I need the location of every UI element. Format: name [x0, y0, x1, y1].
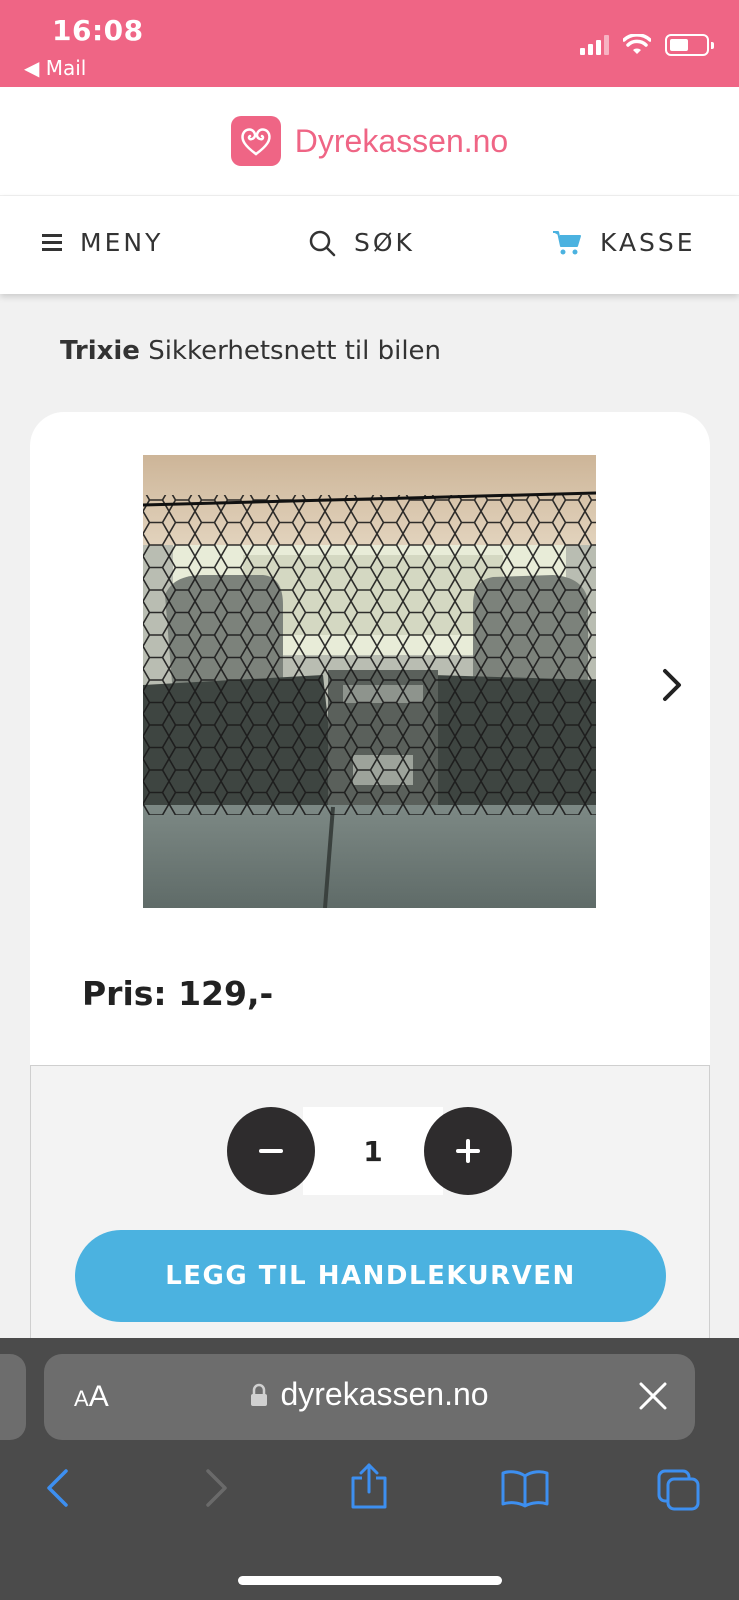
search-icon	[309, 230, 336, 256]
purchase-panel: 1 LEGG TIL HANDLEKURVEN	[30, 1065, 710, 1345]
lock-icon	[251, 1383, 268, 1406]
menu-button[interactable]: MENY	[42, 228, 163, 257]
status-bar: 16:08 ◀ Mail	[0, 0, 739, 87]
product-title: Trixie Sikkerhetsnett til bilen	[60, 336, 441, 366]
hamburger-icon	[42, 230, 62, 255]
add-to-cart-button[interactable]: LEGG TIL HANDLEKURVEN	[75, 1230, 666, 1322]
product-name: Sikkerhetsnett til bilen	[148, 336, 442, 366]
menu-label: MENY	[80, 228, 164, 257]
cart-label: KASSE	[600, 228, 696, 257]
logo-heart-icon[interactable]	[230, 116, 281, 166]
status-indicators	[580, 34, 714, 56]
url-text: dyrekassen.no	[280, 1376, 489, 1412]
product-price: Pris: 129,-	[82, 974, 274, 1013]
url-display[interactable]: dyrekassen.no	[44, 1376, 695, 1413]
cart-icon	[553, 230, 581, 254]
minus-icon	[259, 1149, 283, 1153]
search-button[interactable]: SØK	[308, 228, 415, 257]
forward-icon[interactable]	[204, 1468, 230, 1508]
status-time: 16:08	[52, 14, 144, 47]
chevron-right-icon[interactable]	[660, 667, 684, 703]
browser-toolbar	[0, 1463, 739, 1528]
cart-button[interactable]: KASSE	[552, 228, 696, 257]
product-image[interactable]	[143, 455, 596, 908]
home-indicator	[238, 1576, 502, 1585]
quantity-field[interactable]: 1	[303, 1107, 443, 1195]
bookmarks-icon[interactable]	[500, 1468, 550, 1508]
close-icon[interactable]	[639, 1382, 667, 1410]
share-icon[interactable]	[348, 1462, 390, 1510]
logo-text[interactable]: Dyrekassen.no	[295, 123, 508, 160]
back-icon[interactable]	[44, 1468, 70, 1508]
back-to-app-link[interactable]: ◀ Mail	[24, 56, 86, 80]
product-card: Pris: 129,-	[30, 412, 710, 1092]
tabs-icon[interactable]	[656, 1468, 702, 1512]
plus-icon	[456, 1139, 480, 1163]
decrease-quantity-button[interactable]	[227, 1107, 315, 1195]
nav-bar: MENY SØK KASSE	[0, 196, 739, 294]
product-brand: Trixie	[60, 336, 140, 366]
address-bar[interactable]: AA dyrekassen.no	[44, 1354, 695, 1440]
increase-quantity-button[interactable]	[424, 1107, 512, 1195]
wifi-icon	[623, 34, 651, 54]
battery-icon	[665, 34, 714, 56]
browser-chrome: AA dyrekassen.no	[0, 1338, 739, 1600]
search-label: SØK	[354, 228, 415, 257]
previous-tab-preview[interactable]	[0, 1354, 26, 1440]
signal-icon	[580, 35, 609, 55]
site-header: Dyrekassen.no	[0, 87, 739, 195]
